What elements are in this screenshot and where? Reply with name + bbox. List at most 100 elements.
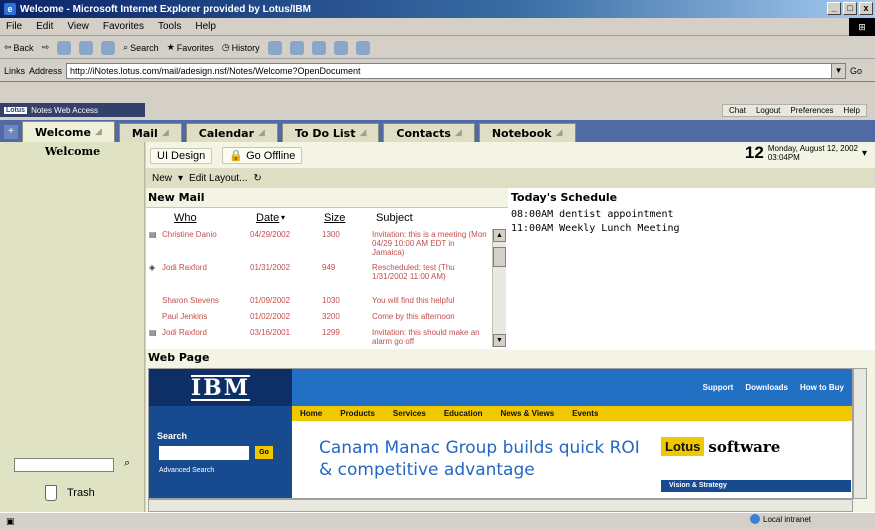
how-to-buy-link[interactable]: How to Buy — [800, 383, 844, 392]
go-offline-button[interactable]: 🔒 Go Offline — [222, 147, 303, 164]
minimize-button[interactable]: _ — [827, 2, 841, 15]
close-button[interactable]: x — [859, 2, 873, 15]
ibm-go-button[interactable]: Go — [255, 446, 273, 459]
trash-icon — [45, 485, 57, 501]
sort-icon[interactable]: ▾ — [281, 213, 285, 222]
menu-file[interactable]: File — [6, 21, 22, 32]
web-page-title: Web Page — [148, 351, 210, 364]
headline-link[interactable]: Canam Manac Group builds quick ROI & com… — [319, 437, 649, 481]
ibm-search-input[interactable] — [159, 446, 249, 460]
left-search-input[interactable] — [14, 458, 114, 472]
search-icon[interactable]: ⌕ — [124, 457, 130, 470]
logout-link[interactable]: Logout — [756, 106, 780, 115]
discuss-icon[interactable] — [333, 40, 348, 55]
print-icon[interactable] — [289, 40, 304, 55]
lotus-software-logo[interactable]: Lotus software — [661, 437, 780, 456]
table-row[interactable]: ◈ Jodi Raxford 01/31/2002 949 Reschedule… — [146, 263, 491, 293]
support-link[interactable]: Support — [703, 383, 734, 392]
nav-home[interactable]: Home — [300, 409, 322, 418]
schedule-item[interactable]: 11:00AM Weekly Lunch Meeting — [511, 223, 680, 234]
advanced-search-link[interactable]: Advanced Search — [159, 467, 214, 474]
menu-view[interactable]: View — [67, 21, 89, 32]
web-horizontal-scrollbar[interactable] — [148, 499, 853, 512]
ui-design-button[interactable]: UI Design — [150, 147, 213, 164]
go-button[interactable]: Go — [850, 66, 862, 76]
tab-mail[interactable]: Mail ◢ — [118, 123, 182, 142]
menu-help[interactable]: Help — [195, 21, 216, 32]
tab-welcome[interactable]: Welcome ◢ — [22, 121, 115, 142]
forward-icon[interactable]: ⇨ — [42, 42, 50, 53]
notes-brand: Lotus Notes Web Access — [0, 103, 145, 117]
chevron-down-icon[interactable]: ▾ — [862, 148, 867, 159]
tab-arrow-icon: ◢ — [94, 127, 102, 137]
nav-events[interactable]: Events — [572, 409, 598, 418]
tab-todo[interactable]: To Do List ◢ — [281, 123, 380, 142]
col-size[interactable]: Size — [324, 212, 345, 224]
date-long: Monday, August 12, 2002 — [767, 144, 858, 153]
browser-toolbar: ⇦ Back ⇨ ⌕ Search ★ Favorites ◷ History — [0, 37, 875, 59]
address-label: Address — [29, 65, 63, 76]
links-label[interactable]: Links — [4, 66, 25, 76]
help-link[interactable]: Help — [844, 106, 860, 115]
refresh-icon[interactable] — [79, 40, 94, 55]
home-icon[interactable] — [101, 40, 116, 55]
chat-link[interactable]: Chat — [729, 106, 746, 115]
nav-news[interactable]: News & Views — [501, 409, 555, 418]
menu-bar: File Edit View Favorites Tools Help ⊞ — [0, 18, 875, 36]
mail-icon[interactable] — [267, 40, 282, 55]
edit-icon[interactable] — [311, 40, 326, 55]
ibm-logo-area[interactable]: IBM — [149, 369, 292, 406]
web-vertical-scrollbar[interactable] — [853, 368, 867, 499]
scroll-thumb[interactable] — [493, 247, 506, 267]
scroll-down-icon[interactable]: ▼ — [493, 334, 506, 347]
favorites-button[interactable]: ★ Favorites — [167, 42, 214, 53]
stop-icon[interactable] — [57, 40, 72, 55]
preferences-link[interactable]: Preferences — [790, 106, 833, 115]
menu-favorites[interactable]: Favorites — [103, 21, 144, 32]
address-url: http://iNotes.lotus.com/mail/adesign.nsf… — [70, 65, 361, 76]
table-row[interactable]: Paul Jenkins 01/02/2002 3200 Come by thi… — [146, 312, 491, 324]
maximize-button[interactable]: □ — [843, 2, 857, 15]
mail-list: ▤ Christine Danio 04/29/2002 1300 Invita… — [146, 227, 508, 349]
chevron-down-icon[interactable]: ▾ — [178, 173, 183, 184]
calendar-icon: ▤ — [149, 230, 157, 239]
vision-link[interactable]: Vision & Strategy — [661, 480, 851, 492]
refresh-icon[interactable]: ↻ — [253, 173, 261, 184]
col-who[interactable]: Who — [174, 212, 197, 224]
menu-tools[interactable]: Tools — [158, 21, 181, 32]
tab-calendar[interactable]: Calendar ◢ — [185, 123, 278, 142]
tab-arrow-icon: ◢ — [555, 128, 563, 138]
edit-layout-button[interactable]: Edit Layout... — [189, 173, 247, 184]
mail-table-header: Who Date ▾ Size Subject — [146, 207, 508, 227]
nav-services[interactable]: Services — [393, 409, 426, 418]
favorites-icon: ★ — [166, 42, 175, 52]
col-date[interactable]: Date — [256, 212, 279, 224]
back-button[interactable]: ⇦ Back — [4, 42, 34, 53]
nav-education[interactable]: Education — [444, 409, 483, 418]
tab-arrow-icon: ◢ — [161, 128, 169, 138]
nav-products[interactable]: Products — [340, 409, 375, 418]
add-tab-icon[interactable]: + — [4, 125, 18, 139]
security-zone: Local intranet — [750, 514, 811, 524]
table-row[interactable]: ▤ Christine Danio 04/29/2002 1300 Invita… — [146, 230, 491, 260]
trash-button[interactable]: Trash — [45, 485, 95, 501]
address-input[interactable]: http://iNotes.lotus.com/mail/adesign.nsf… — [66, 62, 847, 79]
table-row[interactable]: ▤ Jodi Raxford 03/16/2001 1299 Invitatio… — [146, 328, 491, 348]
history-icon: ◷ — [221, 42, 230, 52]
back-arrow-icon: ⇦ — [4, 42, 12, 52]
tab-row: + Welcome ◢ Mail ◢ Calendar ◢ To Do List ◢ C… — [0, 120, 875, 142]
downloads-link[interactable]: Downloads — [745, 383, 788, 392]
tab-contacts[interactable]: Contacts ◢ — [383, 123, 475, 142]
search-button[interactable]: ⌕ Search — [123, 42, 159, 53]
scroll-up-icon[interactable]: ▲ — [493, 229, 506, 242]
menu-edit[interactable]: Edit — [36, 21, 53, 32]
address-dropdown-icon[interactable]: ▼ — [831, 63, 846, 78]
messenger-icon[interactable] — [355, 40, 370, 55]
tab-notebook[interactable]: Notebook ◢ — [478, 123, 576, 142]
schedule-item[interactable]: 08:00AM dentist appointment — [511, 209, 674, 220]
mail-scrollbar[interactable]: ▲ ▼ — [492, 229, 506, 347]
col-subject[interactable]: Subject — [376, 212, 413, 224]
table-row[interactable]: Sharon Stevens 01/09/2002 1030 You will … — [146, 296, 491, 308]
new-button[interactable]: New — [152, 173, 172, 184]
history-button[interactable]: ◷ History — [222, 42, 260, 53]
